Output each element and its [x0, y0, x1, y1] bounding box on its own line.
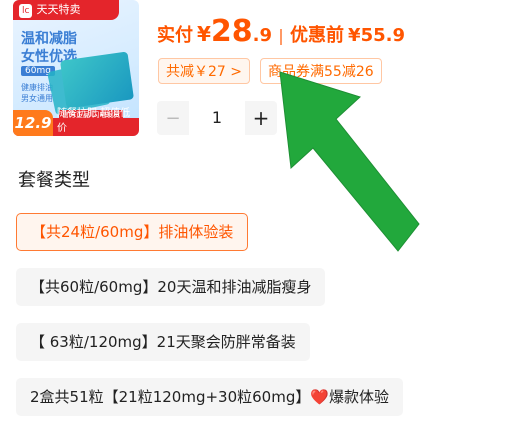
actual-price-label: 实付: [157, 25, 193, 46]
currency-symbol: ¥: [197, 22, 211, 46]
package-option-4-tag: 爆款体验: [329, 388, 390, 406]
actual-price-int: 28: [210, 14, 253, 49]
discount-chip[interactable]: 共减￥27 >: [158, 58, 250, 84]
quantity-stepper: − 1 +: [157, 101, 277, 135]
price-divider: [280, 28, 283, 45]
brand-tag-text: 天天特卖: [36, 3, 81, 16]
package-option-4[interactable]: 2盒共51粒【21粒120mg+30粒60mg】❤️爆款体验: [16, 378, 404, 416]
package-option-1[interactable]: 【共24粒/60mg】排油体验装: [16, 213, 249, 251]
bullet-2: 男女通用: [21, 94, 53, 103]
bullet-1: 健康排油: [21, 83, 53, 92]
promo-price: ¥55.9: [348, 25, 405, 46]
product-thumbnail[interactable]: lc 天天特卖 温和减脂 女性优选 60mg 健康排油 男女通用 官方正品 闪电发…: [13, 0, 139, 136]
actual-price-dec: .9: [252, 25, 273, 46]
package-option-2[interactable]: 【共60粒/60mg】20天温和排油减脂瘦身: [16, 268, 326, 306]
price-row: 实付 ¥28.9 优惠前 ¥55.9: [157, 14, 405, 54]
promo-label: 优惠前: [290, 25, 345, 46]
package-option-4-label: 2盒共51粒【21粒120mg+30粒60mg】: [30, 388, 311, 406]
quantity-input[interactable]: 1: [189, 101, 245, 135]
brand-logo: lc: [19, 4, 33, 18]
increment-button[interactable]: +: [245, 106, 277, 130]
package-type-title: 套餐类型: [18, 170, 90, 191]
slogan-line-1: 温和减脂: [21, 31, 77, 47]
image-bottom-text: 随餐抗肥 超值低价: [57, 108, 131, 134]
decrement-button[interactable]: −: [157, 108, 189, 129]
image-price-badge: 12.9: [13, 110, 53, 136]
package-option-3[interactable]: 【 63粒/120mg】21天聚会防胖常备装: [16, 323, 310, 361]
product-box: [59, 51, 135, 109]
arrow-shape: [279, 71, 420, 252]
heart-icon: ❤️: [310, 388, 330, 406]
coupon-chip[interactable]: 商品券满55减26: [260, 58, 382, 84]
brand-tag: lc 天天特卖: [13, 0, 119, 20]
